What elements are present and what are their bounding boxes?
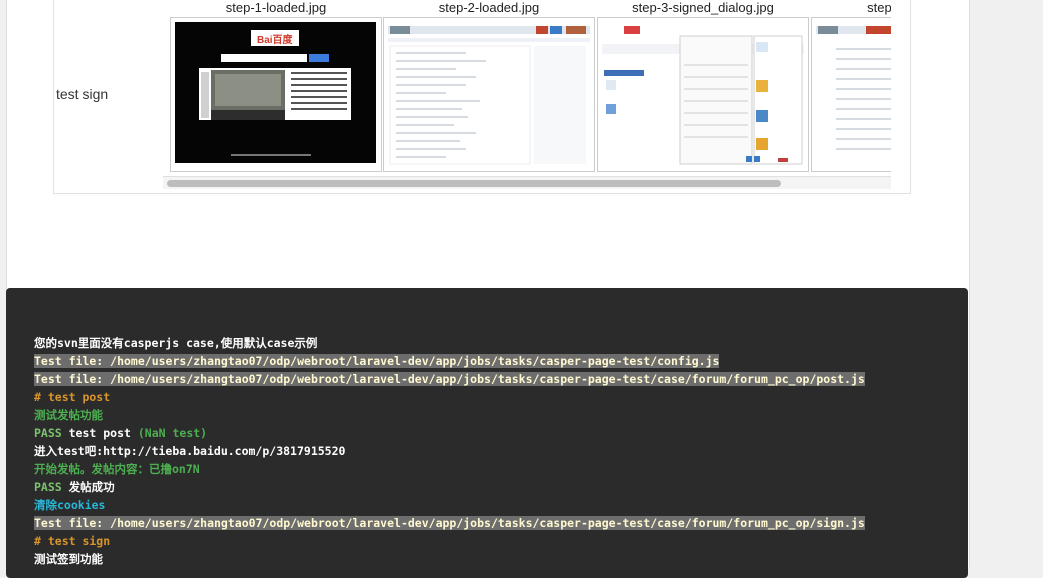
console-segment: 开始发帖。发帖内容：已撸on7N [34, 462, 200, 476]
console-line: Test file: /home/users/zhangtao07/odp/we… [34, 514, 865, 532]
screenshot-title: step-4-signed.jpg [867, 0, 891, 15]
console-segment: 您的svn里面没有casperjs case,使用默认case示例 [34, 336, 318, 350]
tieba-page-thumbnail-icon [388, 26, 590, 165]
screenshot-title: step-2-loaded.jpg [438, 0, 540, 15]
console-line: 您的svn里面没有casperjs case,使用默认case示例 [34, 334, 865, 352]
console-line: Test file: /home/users/zhangtao07/odp/we… [34, 352, 865, 370]
console-line: # test post [34, 388, 865, 406]
row-label: test sign [56, 86, 109, 102]
baidu-home-thumbnail-icon: Bai百度 [175, 22, 376, 163]
console-line: 开始发帖。发帖内容：已撸on7N [34, 460, 865, 478]
console-line: 清除cookies [34, 496, 865, 514]
tieba-page-thumbnail-icon [816, 26, 891, 164]
screenshot-title: step-1-loaded.jpg [225, 0, 327, 15]
console-segment: Test file: /home/users/zhangtao07/odp/we… [34, 354, 720, 368]
console-segment: 测试签到功能 [34, 552, 103, 566]
console-segment: PASS [34, 480, 69, 494]
console-segment: (NaN test) [137, 426, 208, 440]
console-segment: Test file: /home/users/zhangtao07/odp/we… [34, 516, 865, 530]
screenshot-title: step-3-signed_dialog.jpg [632, 0, 774, 15]
console-output: 您的svn里面没有casperjs case,使用默认case示例 Test fi… [6, 288, 968, 578]
screenshot-strip: step-1-loaded.jpg Bai百度 step-2-loaded.jp… [163, 0, 891, 190]
console-segment: 进入test吧:http://tieba.baidu.com/p/3817915… [34, 444, 346, 458]
baidu-logo: Bai百度 [257, 33, 294, 46]
console-line: # test sign [34, 532, 865, 550]
screenshot-thumbnail-sign-dialog[interactable] [597, 17, 809, 172]
horizontal-scrollbar[interactable] [163, 176, 891, 189]
console-segment: # test sign [34, 534, 111, 548]
screenshot-thumbnail-baidu[interactable]: Bai百度 [170, 17, 382, 172]
console-line: PASS 发帖成功 [34, 478, 865, 496]
console-segment: 测试发帖功能 [34, 408, 103, 422]
console-line: 进入test吧:http://tieba.baidu.com/p/3817915… [34, 442, 865, 460]
console-segment: 清除cookies [34, 498, 106, 512]
console-line: Test file: /home/users/zhangtao07/odp/we… [34, 370, 865, 388]
console-segment: # test post [34, 390, 111, 404]
console-segment: test post [68, 426, 138, 440]
console-lines: 您的svn里面没有casperjs case,使用默认case示例 Test fi… [34, 334, 865, 568]
console-line: PASS test post (NaN test) [34, 424, 865, 442]
console-line: 测试签到功能 [34, 550, 865, 568]
console-line: 测试发帖功能 [34, 406, 865, 424]
screenshot-thumbnail-signed[interactable] [811, 17, 891, 172]
scrollbar-thumb[interactable] [167, 180, 781, 187]
console-segment: Test file: /home/users/zhangtao07/odp/we… [34, 372, 865, 386]
console-segment: PASS [34, 426, 69, 440]
console-segment: 发帖成功 [68, 480, 115, 494]
screenshot-thumbnail-tieba[interactable] [383, 17, 595, 172]
sign-dialog-thumbnail-icon [602, 22, 804, 165]
